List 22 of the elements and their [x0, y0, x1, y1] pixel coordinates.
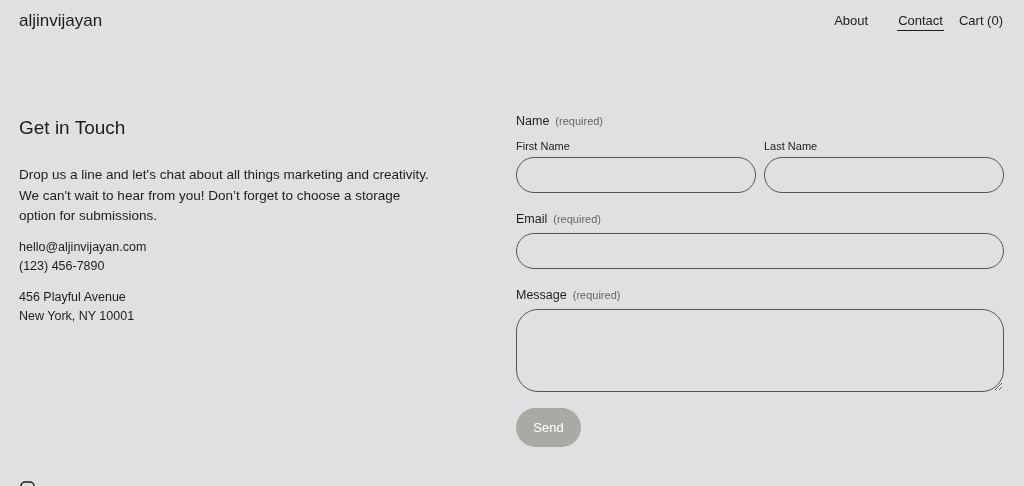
- nav-link[interactable]: Cart (0): [957, 10, 1004, 32]
- site-title[interactable]: aljinvijayan: [19, 8, 103, 34]
- required-note: (required): [553, 212, 601, 228]
- message-field[interactable]: [516, 308, 1004, 392]
- section-heading: Get in Touch: [19, 116, 127, 140]
- last-name-field[interactable]: [764, 157, 1004, 194]
- required-note: (required): [555, 114, 604, 129]
- address-line: New York, NY 10001: [19, 307, 135, 325]
- address-line: 456 Playful Avenue: [19, 288, 126, 306]
- field-label: Name: [516, 113, 550, 130]
- contact-line: hello@aljinvijayan.com: [19, 238, 147, 256]
- field-label: Message: [516, 287, 567, 304]
- first-name-field[interactable]: [516, 157, 756, 194]
- field-label: Email: [516, 211, 548, 229]
- field-label: First Name: [516, 138, 571, 154]
- nav-link[interactable]: Contact: [897, 10, 944, 32]
- nav-link[interactable]: About: [833, 10, 870, 32]
- email-field[interactable]: [516, 233, 1004, 269]
- required-note: (required): [572, 288, 621, 303]
- intro-paragraph: Drop us a line and let's chat about all things marketing and creativity. We can't wait to hear from you! Don’t forget to choose a storage option for submissions.: [19, 166, 429, 225]
- contact-line: (123) 456-7890: [19, 257, 105, 275]
- field-label: Last Name: [764, 138, 819, 154]
